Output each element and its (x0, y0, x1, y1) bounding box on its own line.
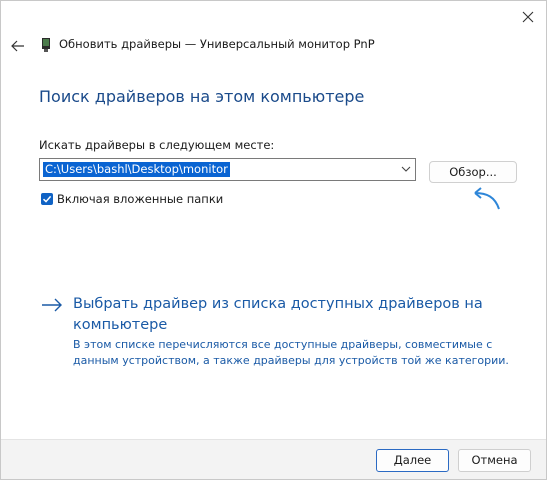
chevron-down-icon[interactable] (401, 165, 411, 173)
pick-driver-description: В этом списке перечисляются все доступны… (73, 338, 509, 367)
path-label: Искать драйверы в следующем месте: (39, 138, 275, 152)
pick-driver-link-title[interactable]: Выбрать драйвер из списка доступных драй… (73, 294, 513, 336)
close-button[interactable] (510, 1, 546, 33)
cancel-button[interactable]: Отмена (458, 449, 531, 472)
pointer-annotation-icon (474, 187, 500, 210)
page-heading: Поиск драйверов на этом компьютере (39, 87, 365, 106)
include-subfolders-label: Включая вложенные папки (57, 192, 224, 206)
close-icon (522, 11, 534, 23)
path-combobox[interactable]: C:\Users\bashl\Desktop\monitor (39, 158, 416, 181)
dialog-title: Обновить драйверы — Универсальный монито… (59, 37, 375, 51)
back-arrow-icon[interactable] (9, 37, 27, 55)
path-input-value[interactable]: C:\Users\bashl\Desktop\monitor (43, 162, 230, 177)
dialog-header: Обновить драйверы — Универсальный монито… (1, 33, 546, 59)
include-subfolders-checkbox[interactable] (41, 193, 53, 205)
arrow-right-icon (42, 298, 62, 312)
update-drivers-dialog: Обновить драйверы — Универсальный монито… (0, 0, 547, 480)
monitor-device-icon (42, 38, 50, 52)
next-button[interactable]: Далее (376, 449, 449, 472)
checkmark-icon (42, 195, 52, 203)
